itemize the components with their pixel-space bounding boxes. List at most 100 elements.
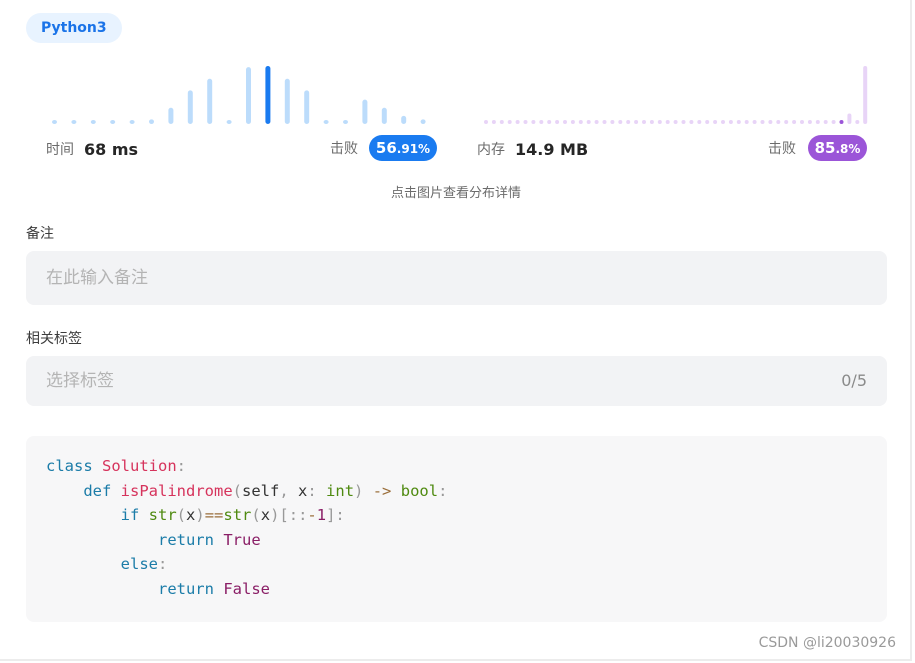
memory-distribution-bar	[657, 120, 662, 124]
runtime-distribution-bar	[71, 120, 77, 124]
memory-distribution-bar	[784, 120, 789, 124]
runtime-distribution-bar	[168, 107, 174, 124]
code-token: :	[307, 481, 317, 500]
tags-count: 0/5	[841, 371, 867, 390]
memory-distribution-bar	[665, 120, 670, 124]
memory-distribution-bar	[863, 66, 868, 124]
runtime-value: 68 ms	[84, 139, 139, 159]
memory-distribution-bar	[689, 120, 694, 124]
runtime-distribution-bar	[381, 107, 387, 124]
code-token: )	[270, 506, 280, 524]
memory-distribution-bar	[586, 120, 591, 124]
runtime-distribution-bar	[226, 120, 232, 124]
memory-distribution-bar	[539, 120, 544, 124]
code-token: return	[157, 579, 214, 598]
code-token: -	[307, 506, 317, 524]
code-token: isPalindrome	[120, 481, 233, 500]
memory-distribution-bar	[555, 120, 560, 124]
memory-distribution-bar	[642, 120, 646, 124]
memory-distribution-bar	[491, 120, 496, 124]
memory-distribution-bar	[792, 120, 797, 124]
language-badge: Python3	[26, 13, 122, 43]
memory-distribution-bar	[831, 120, 836, 124]
runtime-distribution-bar	[323, 120, 329, 124]
code-line: class Solution:	[46, 454, 867, 479]
memory-distribution-bar	[721, 120, 725, 124]
memory-distribution-bar	[531, 120, 536, 124]
tags-label: 相关标签	[26, 331, 82, 347]
memory-distribution-bar	[484, 120, 488, 124]
code-token: class	[46, 457, 93, 475]
memory-distribution-bar	[760, 120, 765, 124]
code-token: ]:	[326, 506, 345, 524]
notes-input[interactable]	[26, 251, 887, 305]
runtime-distribution-chart[interactable]	[46, 60, 438, 126]
memory-distribution-bar	[673, 120, 678, 124]
code-token: else	[120, 555, 158, 573]
runtime-metric: 时间 68 ms	[46, 135, 138, 163]
runtime-distribution-bar	[343, 120, 348, 124]
code-token: )	[354, 481, 364, 500]
memory-distribution-bar	[547, 120, 552, 124]
code-token: x	[186, 506, 196, 524]
runtime-distribution-bar	[129, 120, 135, 124]
code-token: ->	[372, 481, 392, 500]
runtime-distribution-bar	[420, 119, 426, 124]
runtime-label: 时间	[46, 142, 74, 158]
tags-select[interactable]: 选择标签 0/5	[26, 356, 887, 406]
memory-distribution-bar	[776, 120, 781, 124]
memory-distribution-bar	[823, 120, 828, 124]
runtime-distribution-bar	[110, 120, 116, 124]
memory-distribution-bar	[713, 120, 718, 124]
memory-distribution-bar	[768, 120, 773, 124]
code-token: def	[83, 481, 112, 500]
memory-beat-label: 击败	[768, 141, 796, 157]
runtime-distribution-bar	[284, 78, 290, 124]
runtime-distribution-bar	[187, 90, 193, 124]
runtime-distribution-bar	[246, 67, 251, 124]
memory-value: 14.9 MB	[515, 139, 589, 159]
memory-distribution-bar	[681, 120, 686, 124]
code-token: int	[326, 481, 355, 500]
runtime-distribution-bar	[149, 119, 154, 124]
code-token: ,	[279, 481, 289, 500]
runtime-distribution-bar	[304, 90, 310, 124]
memory-distribution-bar	[807, 120, 812, 124]
code-token: str	[223, 506, 252, 524]
runtime-distribution-bar	[401, 115, 407, 124]
code-line: else:	[46, 552, 867, 577]
memory-distribution-bar	[578, 120, 583, 124]
code-line: return True	[46, 528, 867, 553]
runtime-beat-label: 击败	[330, 141, 358, 157]
memory-distribution-bar	[507, 120, 512, 124]
memory-distribution-bar	[523, 120, 528, 124]
memory-distribution-bar	[744, 120, 749, 124]
runtime-distribution-bar	[90, 120, 96, 124]
code-token: str	[148, 506, 177, 524]
code-token: :	[176, 457, 187, 475]
watermark: CSDN @li20030926	[758, 635, 896, 651]
memory-distribution-chart[interactable]	[478, 60, 868, 126]
memory-distribution-bar	[626, 120, 631, 124]
code-token: True	[223, 530, 261, 549]
code-token: (	[176, 506, 187, 524]
memory-metric: 内存 14.9 MB	[477, 135, 588, 163]
code-token: 1	[316, 506, 327, 524]
memory-distribution-bar	[499, 120, 504, 124]
memory-distribution-bar	[594, 120, 599, 124]
memory-distribution-bar	[705, 120, 710, 124]
runtime-distribution-bar	[52, 120, 57, 124]
memory-distribution-bar	[752, 120, 757, 124]
code-token: :	[438, 481, 448, 500]
memory-distribution-bar	[515, 120, 520, 124]
memory-distribution-bar	[697, 120, 702, 124]
memory-distribution-bar	[839, 120, 844, 124]
code-token: if	[120, 506, 140, 524]
